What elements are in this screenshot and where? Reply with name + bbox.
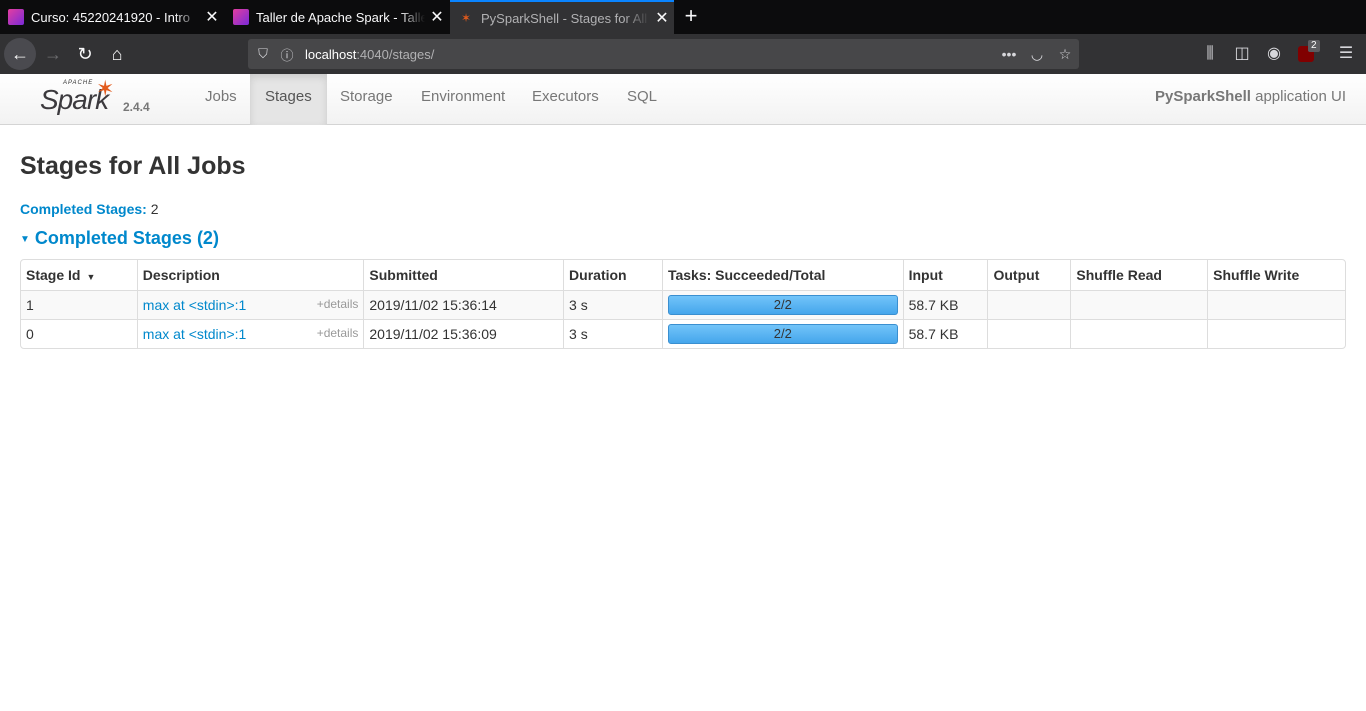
tab-title: Taller de Apache Spark - Taller [256, 9, 425, 25]
stage-description-link[interactable]: max at <stdin>:1 [143, 326, 247, 342]
cell-description: max at <stdin>:1 +details [136, 319, 364, 348]
nav-jobs[interactable]: Jobs [190, 74, 252, 125]
back-arrow-icon[interactable]: ← [4, 38, 36, 70]
new-tab-icon[interactable]: + [678, 3, 704, 29]
browser-tab-bar: Curso: 45220241920 - Intro ✕ Taller de A… [0, 0, 1366, 34]
spark-star-icon: ✶ [96, 76, 115, 101]
browser-tab-taller[interactable]: Taller de Apache Spark - Taller ✕ [225, 0, 449, 34]
browser-tab-pysparkshell[interactable]: ✶ PySparkShell - Stages for All Jobs ✕ [450, 0, 674, 34]
sidebar-icon[interactable]: ◫ [1226, 38, 1258, 70]
url-path: :4040/stages/ [356, 46, 435, 62]
spark-navbar: APACHE Spark ✶ 2.4.4 Jobs Stages Storage… [0, 74, 1366, 125]
header-output[interactable]: Output [987, 260, 1070, 290]
hamburger-menu-icon[interactable]: ☰ [1330, 38, 1362, 70]
cell-shuffle-write [1207, 290, 1345, 319]
account-icon[interactable]: ◉ [1258, 38, 1290, 70]
browser-toolbar: ← → ↻ ⌂ ⛉ ⓘ localhost:4040/stages/ ••• ◡… [0, 34, 1366, 74]
cell-duration: 3 s [563, 290, 662, 319]
cell-stage-id: 1 [21, 290, 137, 319]
cell-shuffle-read [1070, 319, 1208, 348]
nav-stages[interactable]: Stages [250, 74, 327, 125]
cell-duration: 3 s [563, 319, 662, 348]
completed-stages-summary: Completed Stages: 2 [20, 201, 159, 217]
nav-environment[interactable]: Environment [406, 74, 520, 125]
home-icon[interactable]: ⌂ [101, 38, 133, 70]
spark-version: 2.4.4 [123, 100, 150, 114]
header-label: Stage Id [26, 267, 81, 283]
header-tasks[interactable]: Tasks: Succeeded/Total [661, 260, 903, 290]
cell-tasks: 2/2 [661, 319, 903, 348]
cell-output [987, 290, 1071, 319]
section-title: Completed Stages (2) [34, 228, 219, 248]
spark-favicon-icon: ✶ [460, 11, 472, 25]
header-description[interactable]: Description [136, 260, 364, 290]
stages-table: Stage Id ▼ Description Submitted Duration… [20, 259, 1346, 349]
close-tab-icon[interactable]: ✕ [425, 7, 449, 27]
close-tab-icon[interactable]: ✕ [650, 8, 674, 28]
application-name: PySparkShell application UI [1155, 88, 1346, 105]
cell-shuffle-read [1070, 290, 1208, 319]
details-toggle[interactable]: +details [317, 297, 359, 311]
browser-tab-curso[interactable]: Curso: 45220241920 - Intro ✕ [0, 0, 224, 34]
forward-arrow-icon[interactable]: → [37, 38, 69, 70]
cell-stage-id: 0 [21, 319, 137, 348]
header-submitted[interactable]: Submitted [363, 260, 563, 290]
close-tab-icon[interactable]: ✕ [200, 7, 224, 27]
cell-tasks: 2/2 [661, 290, 903, 319]
tasks-progress-label: 2/2 [773, 326, 792, 341]
cell-input: 58.7 KB [902, 290, 988, 319]
url-host: localhost [305, 46, 357, 62]
pocket-icon[interactable]: ◡ [1023, 46, 1051, 63]
reload-icon[interactable]: ↻ [69, 38, 101, 70]
completed-stages-toggle[interactable]: ▼ Completed Stages (2) [20, 228, 219, 249]
shield-icon[interactable]: ⛉ [251, 46, 275, 62]
moodle-favicon-icon [233, 9, 249, 25]
header-input[interactable]: Input [902, 260, 988, 290]
nav-sql[interactable]: SQL [612, 74, 672, 125]
cell-shuffle-write [1207, 319, 1345, 348]
tab-title: PySparkShell - Stages for All Jobs [481, 10, 650, 26]
sort-desc-icon: ▼ [86, 272, 96, 282]
url-bar[interactable]: ⛉ ⓘ localhost:4040/stages/ ••• ◡ ☆ [248, 39, 1079, 69]
table-row: 0 max at <stdin>:1 +details 2019/11/02 15… [21, 319, 1345, 348]
moodle-favicon-icon [8, 9, 24, 25]
page-title: Stages for All Jobs [20, 152, 246, 180]
cell-submitted: 2019/11/02 15:36:09 [363, 319, 564, 348]
bookmark-star-icon[interactable]: ☆ [1051, 46, 1079, 63]
tab-title: Curso: 45220241920 - Intro [31, 9, 190, 25]
cell-submitted: 2019/11/02 15:36:14 [363, 290, 564, 319]
caret-down-icon: ▼ [20, 234, 30, 245]
stage-description-link[interactable]: max at <stdin>:1 [143, 297, 247, 313]
library-icon[interactable]: ⫼ [1194, 38, 1226, 70]
nav-executors[interactable]: Executors [517, 74, 614, 125]
tasks-progress-bar: 2/2 [667, 324, 898, 344]
cell-description: max at <stdin>:1 +details [136, 290, 364, 319]
nav-storage[interactable]: Storage [325, 74, 408, 125]
page-actions-icon[interactable]: ••• [995, 46, 1023, 62]
app-name-suffix: application UI [1255, 88, 1346, 105]
tasks-progress-bar: 2/2 [667, 295, 898, 315]
info-icon[interactable]: ⓘ [275, 45, 299, 64]
cell-output [987, 319, 1071, 348]
url-text[interactable]: localhost:4040/stages/ [305, 47, 995, 62]
spark-logo[interactable]: APACHE Spark ✶ [38, 76, 120, 118]
completed-stages-link[interactable]: Completed Stages: [20, 201, 147, 217]
details-toggle[interactable]: +details [317, 326, 359, 340]
app-name-strong: PySparkShell [1155, 88, 1251, 105]
ublock-count-badge: 2 [1308, 40, 1320, 52]
tasks-progress-label: 2/2 [773, 297, 792, 312]
table-row: 1 max at <stdin>:1 +details 2019/11/02 15… [21, 290, 1345, 319]
completed-stages-count: 2 [150, 201, 159, 217]
header-stage-id[interactable]: Stage Id ▼ [21, 260, 137, 290]
header-duration[interactable]: Duration [563, 260, 662, 290]
header-shuffle-read[interactable]: Shuffle Read [1070, 260, 1207, 290]
table-header-row: Stage Id ▼ Description Submitted Duration… [21, 260, 1345, 290]
cell-input: 58.7 KB [902, 319, 988, 348]
header-shuffle-write[interactable]: Shuffle Write [1207, 260, 1345, 290]
